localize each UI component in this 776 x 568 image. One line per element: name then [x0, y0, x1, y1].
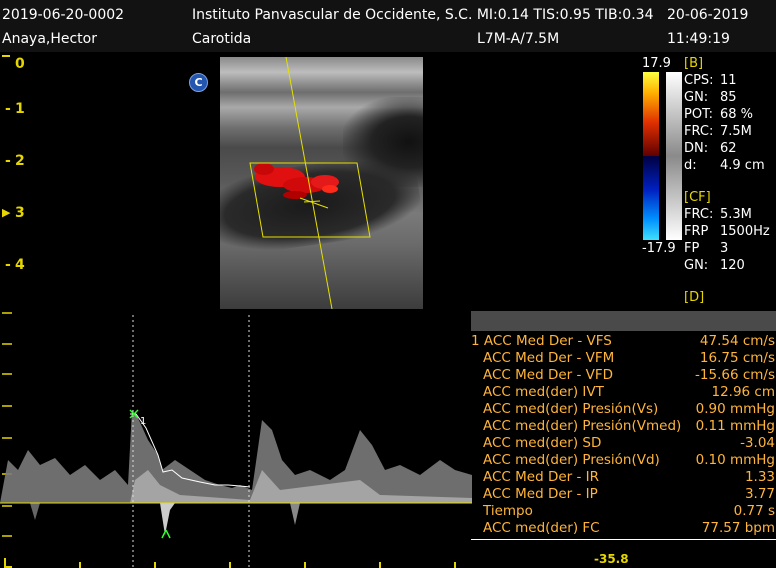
doppler-spectrum: 1 [0, 312, 472, 568]
param-value: 3 [720, 241, 729, 256]
measurement-row[interactable]: ACC med(der) Presión(Vd) 0.10 mmHg [471, 452, 776, 469]
measurement-value: 0.77 s [733, 503, 775, 519]
measurement-value: 1.33 [744, 469, 775, 485]
param-key: CPS: [684, 73, 714, 88]
color-scale-min: -17.9 [642, 241, 676, 256]
b-mode-image [220, 57, 423, 309]
probe-info: L7M-A/7.5M [477, 31, 560, 47]
measurement-row[interactable]: ACC med(der) Presión(Vs) 0.90 mmHg [471, 401, 776, 418]
spectrum-scale-min: -35.8 [594, 552, 629, 566]
param-value: 5.3M [720, 207, 752, 222]
param-value: 62 [720, 141, 737, 156]
cursor-label: 1 [140, 416, 146, 427]
doppler-title: [D] [684, 290, 705, 305]
measurement-label: ACC Med Der - VFM [483, 350, 615, 366]
color-mode-badge: C [189, 73, 208, 92]
measurement-row[interactable]: ACC med(der) IVT 12.96 cm [471, 384, 776, 401]
measurement-row[interactable]: ACC Med Der - VFM 16.75 cm/s [471, 350, 776, 367]
measurement-row[interactable]: Tiempo 0.77 s [471, 503, 776, 520]
param-key: FRC: [684, 207, 714, 222]
measurement-value: 0.11 mmHg [695, 418, 775, 434]
measurement-label: ACC med(der) IVT [483, 384, 604, 400]
measurement-value: 3.77 [744, 486, 775, 502]
measurement-value: -15.66 cm/s [695, 367, 775, 383]
gray-scale-bar [666, 72, 682, 240]
measurement-value: -3.04 [740, 435, 775, 451]
time-axis-ticks [4, 558, 456, 568]
patient-name: Anaya,Hector [2, 31, 97, 47]
depth-label-0: 0 [15, 56, 25, 72]
param-key: FRC: [684, 124, 714, 139]
measurement-label: ACC med(der) Presión(Vs) [483, 401, 659, 417]
color-flow-region [254, 163, 339, 199]
measurement-value: 77.57 bpm [701, 520, 775, 536]
measurement-row[interactable]: ACC Med Der - VFD -15.66 cm/s [471, 367, 776, 384]
sample-gate[interactable] [303, 200, 321, 203]
depth-tick: - [5, 257, 11, 273]
param-key: POT: [684, 107, 713, 122]
measurement-value: 47.54 cm/s [699, 333, 775, 349]
param-key: FRP [684, 224, 709, 239]
institution-info: Instituto Panvascular de Occidente, S.C.… [192, 7, 654, 23]
param-value: 11 [720, 73, 737, 88]
measurement-label: ACC Med Der - VFD [483, 367, 614, 383]
color-scale-max: 17.9 [642, 56, 671, 71]
panel-divider [471, 539, 776, 540]
measurement-panel-header [471, 311, 776, 331]
measurement-row[interactable]: ACC med(der) SD -3.04 [471, 435, 776, 452]
param-value: 7.5M [720, 124, 752, 139]
measurement-row[interactable]: ACC med(der) FC 77.57 bpm [471, 520, 776, 537]
depth-label-2: 2 [15, 153, 25, 169]
measurement-label: ACC Med Der - IR [483, 469, 600, 485]
angle-correction-line[interactable] [299, 197, 329, 209]
measurement-value: 0.90 mmHg [695, 401, 775, 417]
measurement-value: 16.75 cm/s [699, 350, 775, 366]
param-key: GN: [684, 90, 709, 105]
color-flow-title: [CF] [684, 190, 711, 205]
spectrum-waveform [0, 410, 472, 535]
depth-tick: - [5, 153, 11, 169]
measurement-label: 1 ACC Med Der - VFS [471, 333, 612, 349]
color-box-overlay [249, 57, 371, 309]
measurement-label: ACC med(der) Presión(Vmed) [483, 418, 682, 434]
param-key: d: [684, 158, 697, 173]
measurement-row[interactable]: ACC Med Der - IR 1.33 [471, 469, 776, 486]
param-value: 120 [720, 258, 745, 273]
measurement-value: 12.96 cm [711, 384, 775, 400]
focus-marker-icon: ▶ [2, 206, 11, 219]
diastolic-marker-icon[interactable] [161, 529, 171, 539]
param-value: 1500Hz [720, 224, 770, 239]
depth-label-3: 3 [15, 205, 25, 221]
measurement-row[interactable]: ACC med(der) Presión(Vmed) 0.11 mmHg [471, 418, 776, 435]
exam-time: 11:49:19 [667, 31, 730, 47]
color-scale-positive [643, 72, 659, 156]
measurement-panel: 1 ACC Med Der - VFS 47.54 cm/s ACC Med D… [471, 311, 776, 568]
param-value: 4.9 cm [720, 158, 765, 173]
exam-type: Carotida [192, 31, 252, 47]
depth-label-4: 4 [15, 257, 25, 273]
depth-tick [2, 55, 10, 57]
measurement-label: ACC med(der) FC [483, 520, 600, 536]
measurement-value: 0.10 mmHg [695, 452, 775, 468]
measurement-label: ACC Med Der - IP [483, 486, 598, 502]
measurement-label: ACC med(der) Presión(Vd) [483, 452, 660, 468]
mode-badge-label: C [194, 76, 203, 89]
param-value: 68 % [720, 107, 754, 122]
header-bar: 2019-06-20-0002 Instituto Panvascular de… [0, 0, 776, 52]
measurement-row[interactable]: 1 ACC Med Der - VFS 47.54 cm/s [471, 333, 776, 350]
color-scale-negative [643, 156, 659, 240]
param-key: FP [684, 241, 700, 256]
measurement-label: Tiempo [483, 503, 533, 519]
depth-tick: - [5, 101, 11, 117]
patient-id: 2019-06-20-0002 [2, 7, 125, 23]
b-mode-title: [B] [684, 56, 704, 71]
exam-date: 20-06-2019 [667, 7, 749, 23]
param-value: 85 [720, 90, 737, 105]
depth-label-1: 1 [15, 101, 25, 117]
measurement-row[interactable]: ACC Med Der - IP 3.77 [471, 486, 776, 503]
param-key: GN: [684, 258, 709, 273]
param-key: DN: [684, 141, 709, 156]
measurement-label: ACC med(der) SD [483, 435, 602, 451]
